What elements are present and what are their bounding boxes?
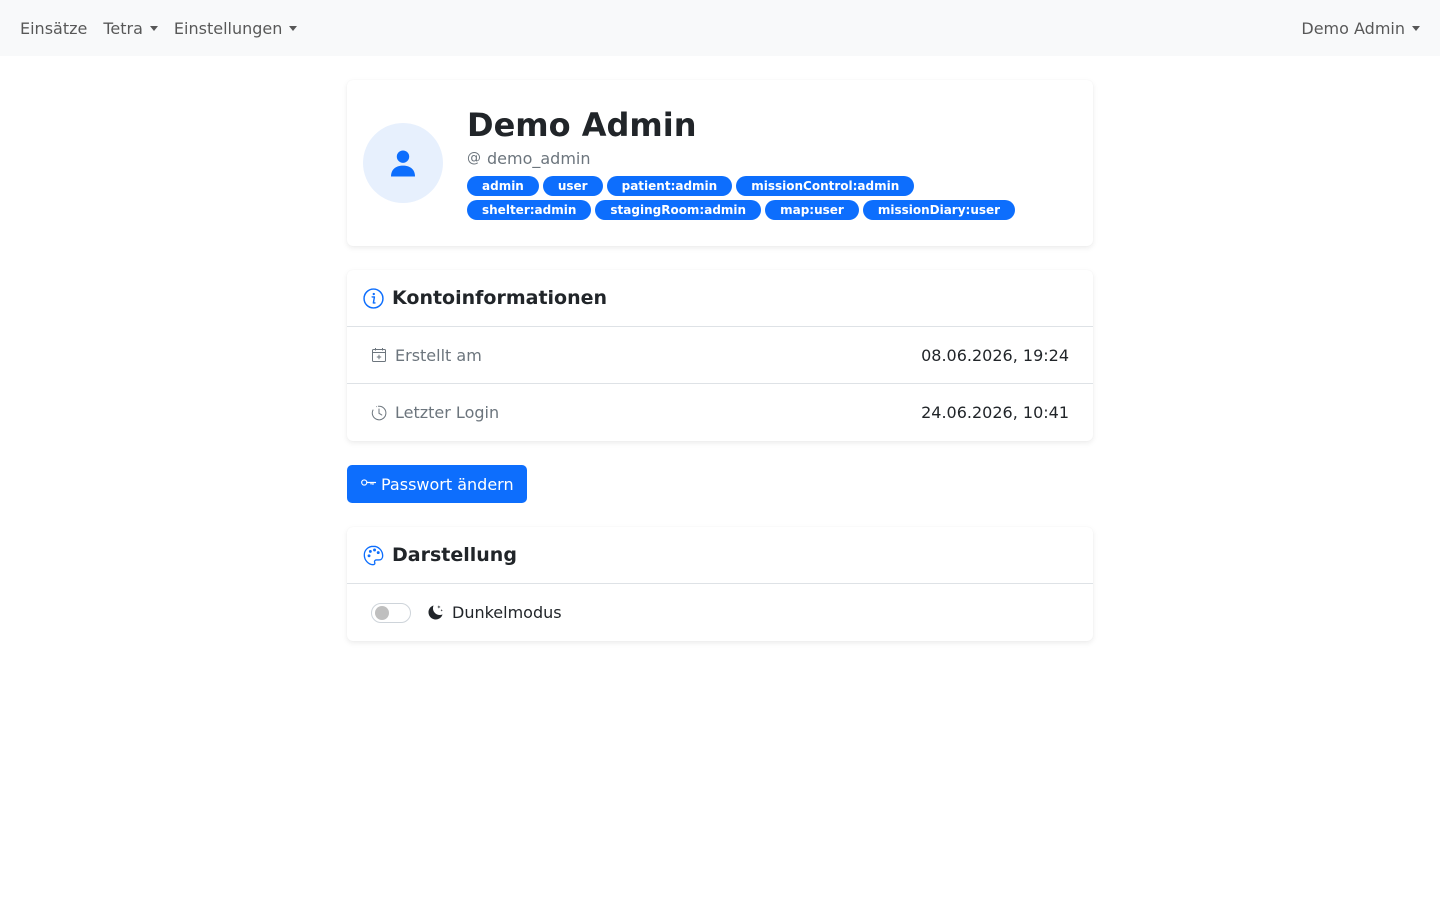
- role-badge: admin: [467, 175, 539, 196]
- palette-icon: [363, 545, 384, 566]
- moon-stars-icon: [427, 604, 444, 621]
- nav-left: Einsätze Tetra Einstellungen: [20, 18, 298, 38]
- nav-item-label: Einstellungen: [173, 18, 283, 38]
- role-badge: missionDiary:user: [862, 199, 1016, 220]
- role-badge: patient:admin: [606, 175, 733, 196]
- role-badge: missionControl:admin: [736, 175, 915, 196]
- role-badge: shelter:admin: [467, 199, 592, 220]
- role-badges: admin user patient:admin missionControl:…: [467, 175, 1027, 220]
- nav-item-einsaetze[interactable]: Einsätze: [20, 19, 87, 38]
- main-content: Demo Admin @ demo_admin admin user patie…: [347, 80, 1093, 641]
- account-info-card: Kontoinformationen Erstellt am 08.06.202…: [347, 270, 1093, 441]
- role-badge: stagingRoom:admin: [595, 199, 762, 220]
- calendar-plus-icon: [371, 347, 387, 363]
- dark-mode-row: Dunkelmodus: [347, 584, 1093, 641]
- info-row-created: Erstellt am 08.06.2026, 19:24: [347, 327, 1093, 384]
- user-menu-label: Demo Admin: [1301, 18, 1405, 38]
- info-row-label: Erstellt am: [371, 346, 482, 365]
- caret-down-icon: [149, 26, 158, 31]
- appearance-header: Darstellung: [347, 527, 1093, 584]
- account-info-title: Kontoinformationen: [392, 287, 608, 309]
- at-icon: @: [467, 150, 481, 167]
- key-icon: [360, 474, 377, 495]
- role-badge: user: [542, 175, 603, 196]
- top-navbar: Einsätze Tetra Einstellungen Demo Admin: [0, 0, 1440, 56]
- account-info-header: Kontoinformationen: [347, 270, 1093, 327]
- user-menu[interactable]: Demo Admin: [1301, 19, 1420, 38]
- profile-card: Demo Admin @ demo_admin admin user patie…: [347, 80, 1093, 246]
- nav-item-einstellungen[interactable]: Einstellungen: [173, 18, 298, 38]
- username-text: demo_admin: [487, 148, 591, 168]
- role-badge: map:user: [765, 199, 859, 220]
- info-row-value: 24.06.2026, 10:41: [921, 403, 1069, 422]
- change-password-button[interactable]: Passwort ändern: [347, 465, 527, 503]
- info-row-last-login: Letzter Login 24.06.2026, 10:41: [347, 384, 1093, 441]
- username: @ demo_admin: [467, 149, 1027, 168]
- nav-item-label: Einsätze: [20, 18, 88, 38]
- nav-item-label: Tetra: [103, 18, 143, 38]
- profile-name: Demo Admin: [467, 106, 697, 145]
- nav-item-tetra[interactable]: Tetra: [103, 19, 158, 38]
- dark-mode-label-text: Dunkelmodus: [452, 603, 562, 622]
- caret-down-icon: [1412, 26, 1420, 31]
- info-row-label: Letzter Login: [371, 403, 499, 422]
- person-icon: [391, 150, 415, 177]
- caret-down-icon: [289, 26, 298, 31]
- info-row-label-text: Erstellt am: [395, 345, 482, 365]
- clock-icon: [371, 405, 387, 421]
- info-row-label-text: Letzter Login: [395, 403, 500, 422]
- appearance-title: Darstellung: [392, 544, 517, 566]
- info-circle-icon: [363, 287, 384, 309]
- toggle-knob: [375, 605, 389, 620]
- appearance-card: Darstellung Dunkelmodus: [347, 527, 1093, 641]
- info-row-value: 08.06.2026, 19:24: [921, 345, 1069, 365]
- dark-mode-label[interactable]: Dunkelmodus: [427, 603, 562, 622]
- change-password-label: Passwort ändern: [381, 474, 514, 494]
- dark-mode-toggle[interactable]: [371, 602, 411, 623]
- profile-info: Demo Admin @ demo_admin admin user patie…: [467, 106, 1027, 220]
- avatar: [363, 123, 443, 203]
